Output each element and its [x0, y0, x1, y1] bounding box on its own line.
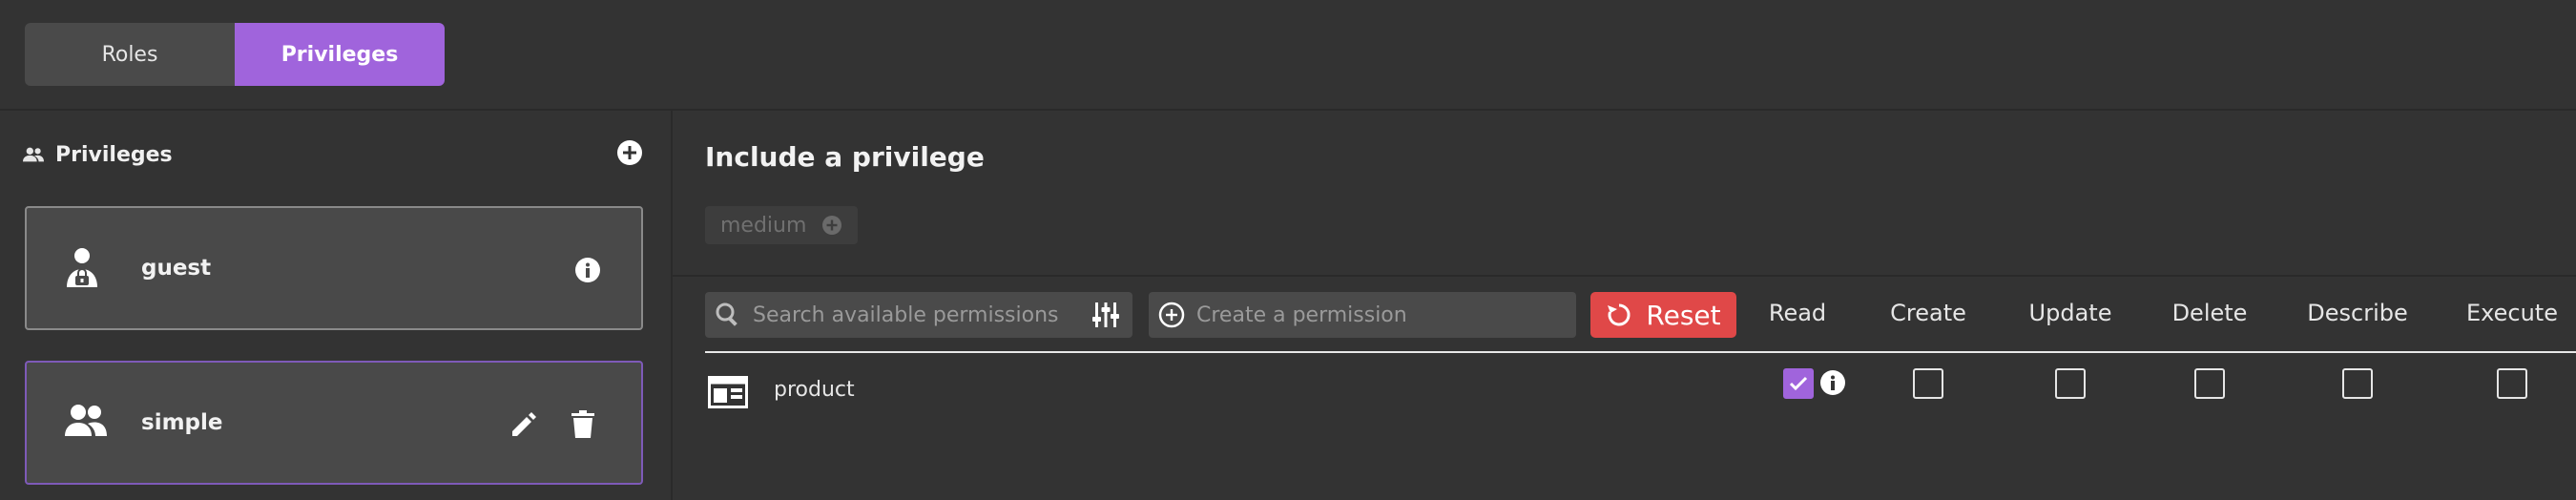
add-privilege-button[interactable] [616, 139, 643, 170]
top-divider [0, 109, 2576, 111]
privilege-chip-medium[interactable]: medium [705, 206, 859, 244]
column-describe: Describe [2307, 300, 2408, 326]
pencil-icon[interactable] [509, 410, 538, 443]
tab-roles[interactable]: Roles [25, 23, 235, 86]
create-permission-input[interactable]: Create a permission [1149, 292, 1576, 338]
execute-checkbox[interactable] [2497, 368, 2527, 399]
search-placeholder: Search available permissions [753, 302, 1059, 327]
sidebar-divider [671, 111, 673, 500]
users-icon [65, 402, 107, 444]
row-label: product [774, 378, 855, 402]
section-divider [673, 275, 2576, 277]
tab-privileges[interactable]: Privileges [235, 23, 445, 86]
delete-checkbox[interactable] [2194, 368, 2225, 399]
info-icon[interactable] [1819, 369, 1846, 400]
column-execute: Execute [2466, 300, 2558, 326]
reset-button[interactable]: Reset [1590, 292, 1736, 338]
search-icon [716, 302, 737, 326]
column-delete: Delete [2171, 300, 2248, 326]
sidebar-header: Privileges [23, 137, 643, 172]
column-create: Create [1890, 300, 1966, 326]
column-update: Update [2028, 300, 2112, 326]
page-title: Include a privilege [705, 141, 985, 173]
search-input[interactable]: Search available permissions [705, 292, 1132, 338]
info-icon[interactable] [574, 257, 601, 287]
trash-icon[interactable] [571, 410, 595, 443]
sidebar-title: Privileges [55, 142, 173, 167]
table-icon [708, 376, 748, 412]
check-icon [1789, 376, 1808, 391]
plus-circle-icon [1158, 302, 1185, 328]
chip-label: medium [720, 213, 807, 238]
plus-circle-icon [617, 140, 642, 165]
update-checkbox[interactable] [2055, 368, 2086, 399]
sidebar-item-label: guest [141, 256, 212, 281]
read-checkbox[interactable] [1783, 368, 1814, 399]
create-checkbox[interactable] [1913, 368, 1943, 399]
table-header-divider [705, 351, 2576, 353]
top-tabs: Roles Privileges [25, 23, 445, 86]
create-placeholder: Create a permission [1196, 302, 1407, 327]
sliders-icon[interactable] [1092, 302, 1119, 331]
describe-checkbox[interactable] [2342, 368, 2373, 399]
plus-circle-icon[interactable] [821, 215, 842, 236]
sidebar-item-label: simple [141, 410, 223, 435]
user-lock-icon [65, 247, 103, 293]
sidebar-item-guest[interactable]: guest [25, 206, 643, 330]
refresh-icon [1608, 303, 1631, 326]
sidebar-item-simple[interactable]: simple [25, 361, 643, 485]
users-icon [23, 147, 44, 162]
reset-label: Reset [1646, 299, 1721, 331]
column-read: Read [1768, 300, 1827, 326]
